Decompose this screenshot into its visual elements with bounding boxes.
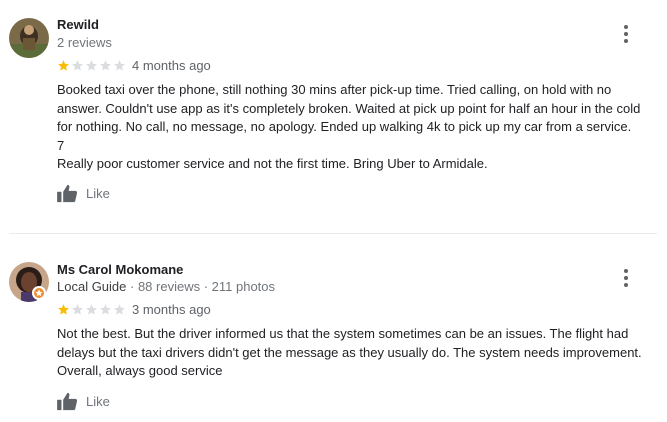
star-icon — [72, 304, 83, 315]
star-icon — [58, 60, 69, 71]
star-icon — [58, 304, 69, 315]
review-time: 3 months ago — [132, 302, 211, 317]
like-button[interactable]: Like — [57, 184, 110, 203]
divider — [9, 233, 657, 234]
reviewer-photo-icon — [9, 18, 49, 58]
like-label: Like — [86, 394, 110, 409]
star-icon — [86, 304, 97, 315]
review-text: Booked taxi over the phone, still nothin… — [57, 82, 641, 171]
star-icon — [100, 60, 111, 71]
star-icon — [72, 60, 83, 71]
more-options-button[interactable] — [616, 268, 636, 288]
star-icon — [114, 60, 125, 71]
more-vert-icon — [624, 25, 628, 29]
like-label: Like — [86, 186, 110, 201]
reviewer-meta[interactable]: Local Guide · 88 reviews · 211 photos — [57, 279, 275, 294]
reviewer-name[interactable]: Ms Carol Mokomane — [57, 262, 183, 277]
review-text: Not the best. But the driver informed us… — [57, 326, 642, 378]
reviewer-meta[interactable]: 2 reviews — [57, 35, 112, 50]
local-guide-badge-icon — [32, 286, 46, 300]
thumbs-up-icon — [57, 392, 78, 411]
more-vert-icon — [624, 269, 628, 273]
like-button[interactable]: Like — [57, 392, 110, 411]
more-options-button[interactable] — [616, 24, 636, 44]
star-rating — [57, 303, 126, 316]
reviewer-stats: 88 reviews · 211 photos — [137, 279, 276, 294]
thumbs-up-icon — [57, 184, 78, 203]
local-guide-label: Local Guide — [57, 279, 127, 294]
star-icon — [100, 304, 111, 315]
reviewer-name[interactable]: Rewild — [57, 17, 99, 32]
reviewer-avatar[interactable] — [9, 18, 49, 58]
review-time: 4 months ago — [132, 58, 211, 73]
star-icon — [114, 304, 125, 315]
star-rating — [57, 59, 126, 72]
star-icon — [86, 60, 97, 71]
